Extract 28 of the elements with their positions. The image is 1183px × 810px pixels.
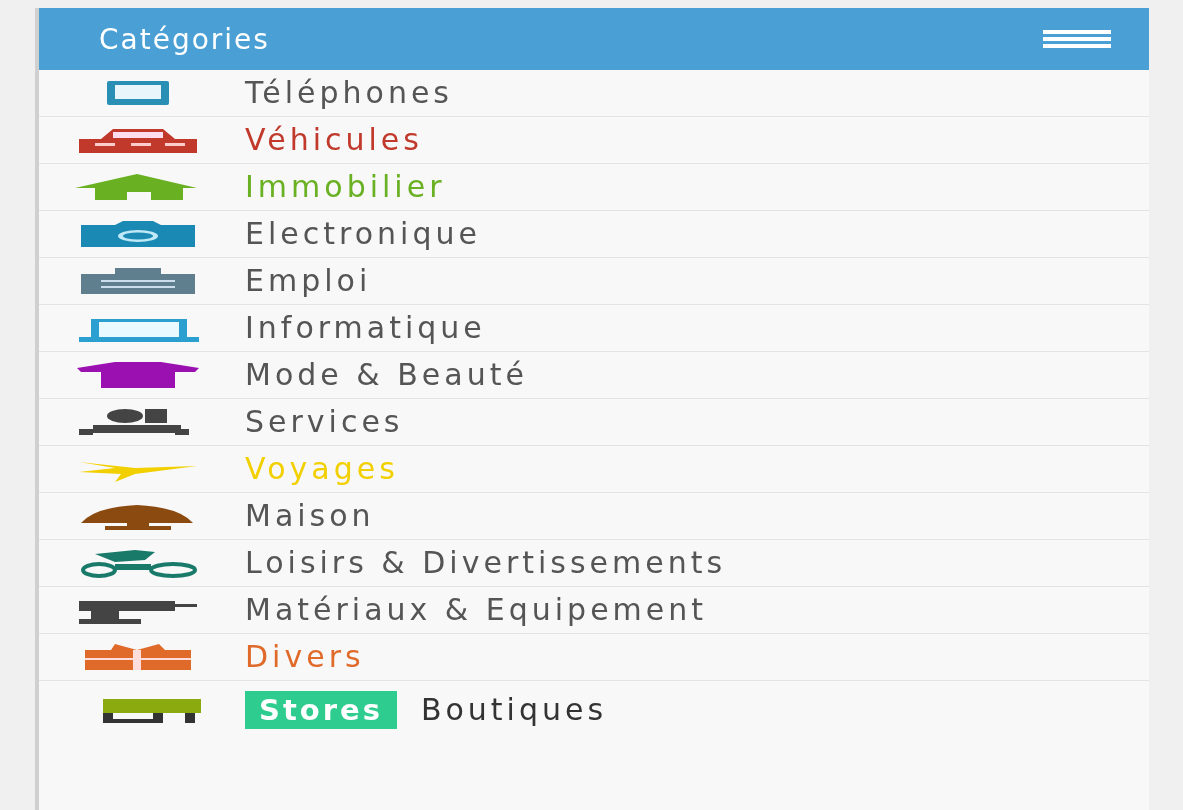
category-item[interactable]: Téléphones	[39, 70, 1149, 117]
category-label: Immobilier	[245, 168, 446, 206]
category-label: Loisirs & Divertissements	[245, 544, 727, 582]
category-item[interactable]: Maison	[39, 493, 1149, 540]
category-item[interactable]: Véhicules	[39, 117, 1149, 164]
category-item[interactable]: Emploi	[39, 258, 1149, 305]
category-label: Véhicules	[245, 121, 423, 159]
category-label: Matériaux & Equipement	[245, 591, 708, 629]
panel-title: Catégories	[99, 22, 270, 56]
category-label: Boutiques	[420, 691, 608, 729]
category-label: Voyages	[245, 450, 399, 488]
category-item[interactable]: Mode & Beauté	[39, 352, 1149, 399]
category-item[interactable]: Matériaux & Equipement	[39, 587, 1149, 634]
category-label: Electronique	[245, 215, 481, 253]
stores-tag: Stores	[245, 691, 397, 729]
category-item[interactable]: Electronique	[39, 211, 1149, 258]
category-item[interactable]: Informatique	[39, 305, 1149, 352]
category-item[interactable]: Stores Boutiques	[39, 681, 1149, 733]
category-label: Mode & Beauté	[245, 356, 528, 394]
category-label: Téléphones	[245, 74, 453, 112]
category-label: Services	[245, 403, 404, 441]
category-label: Informatique	[245, 309, 486, 347]
menu-icon[interactable]	[1043, 30, 1111, 48]
category-label: Divers	[245, 638, 365, 676]
category-label: Maison	[245, 497, 375, 535]
category-item[interactable]: Services	[39, 399, 1149, 446]
category-item[interactable]: Loisirs & Divertissements	[39, 540, 1149, 587]
category-label: Emploi	[245, 262, 372, 300]
